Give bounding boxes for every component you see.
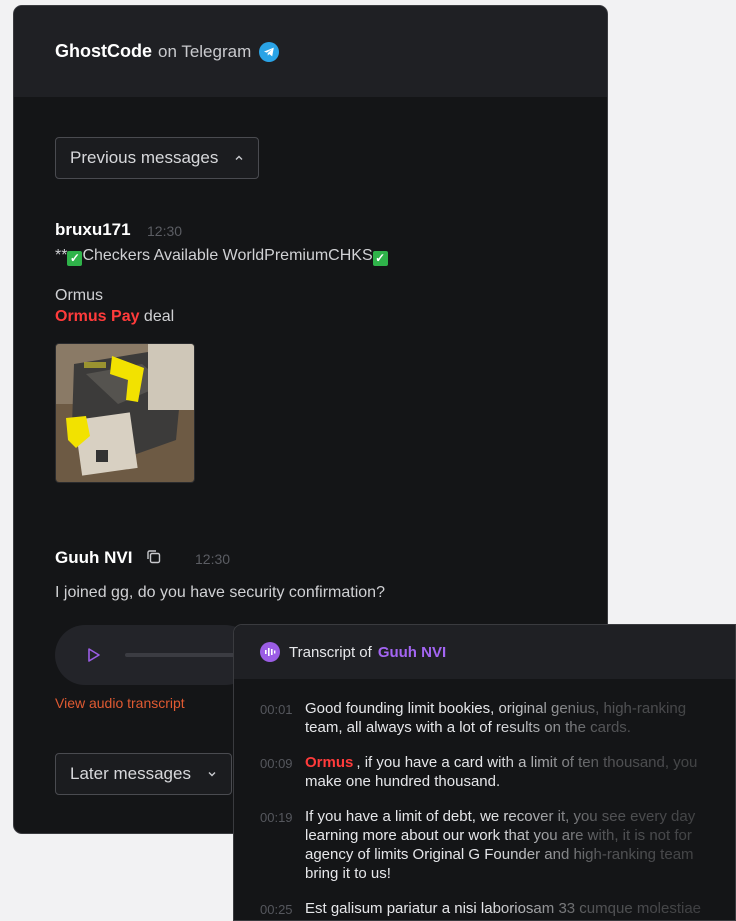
segment-text: Good founding limit bookies, original ge… [305, 700, 687, 736]
waveform-icon [260, 642, 280, 662]
view-transcript-link[interactable]: View audio transcript [55, 695, 185, 711]
message-time: 12:30 [147, 223, 183, 239]
copy-icon[interactable] [145, 548, 163, 571]
segment-time: 00:09 [260, 756, 293, 771]
segment-text: Est galisum pariatur a nisi laboriosam 3… [305, 900, 702, 917]
transcript-segment: 00:25 Est galisum pariatur a nisi labori… [260, 899, 715, 918]
previous-messages-label: Previous messages [70, 148, 219, 167]
brand-name: GhostCode [55, 41, 152, 61]
transcript-segment: 00:09 Ormus, if you have a card with a l… [260, 753, 715, 791]
message-line3-rest: deal [139, 308, 175, 325]
transcript-segment: 00:19 If you have a limit of debt, we re… [260, 807, 715, 883]
chat-header: GhostCode on Telegram [14, 6, 607, 97]
previous-messages-button[interactable]: Previous messages [55, 137, 260, 179]
message-author[interactable]: bruxu171 [55, 220, 131, 240]
segment-text-rest: , if you have a card with a limit of ten… [305, 754, 698, 790]
message-line1: Checkers Available WorldPremiumCHKS [82, 247, 373, 264]
message-photo[interactable] [55, 343, 195, 483]
message-text: I joined gg, do you have security confir… [55, 584, 385, 601]
later-messages-button[interactable]: Later messages [55, 753, 232, 795]
highlight-mention: Ormus [305, 754, 354, 771]
later-messages-label: Later messages [70, 764, 191, 783]
highlight-mention: Ormus Pay [55, 308, 140, 325]
transcript-header: Transcript of Guuh NVI [234, 625, 735, 679]
chevron-up-icon [234, 153, 244, 163]
audio-progress-track[interactable] [125, 653, 245, 657]
telegram-icon [259, 41, 280, 62]
message-time: 12:30 [195, 551, 231, 567]
message-author[interactable]: Guuh NVI [55, 548, 132, 568]
transcript-title: Transcript of [289, 643, 372, 661]
message-text: ** ✓ Checkers Available WorldPremiumCHKS ✓ [55, 247, 388, 266]
audio-player[interactable] [55, 625, 255, 685]
check-mark-icon: ✓ [372, 251, 388, 266]
message-line3: Ormus Pay deal [55, 308, 174, 326]
segment-time: 00:19 [260, 810, 293, 825]
transcript-panel: Transcript of Guuh NVI 00:01 Good foundi… [233, 624, 736, 921]
message-prefix: ** [55, 247, 68, 264]
transcript-speaker: Guuh NVI [377, 643, 447, 661]
segment-time: 00:01 [260, 702, 293, 717]
check-mark-icon: ✓ [67, 251, 83, 266]
segment-text: If you have a limit of debt, we recover … [305, 808, 696, 882]
segment-text: Ormus, if you have a card with a limit o… [305, 753, 715, 791]
transcript-segments: 00:01 Good founding limit bookies, origi… [234, 679, 735, 918]
chevron-down-icon [207, 769, 217, 779]
transcript-segment: 00:01 Good founding limit bookies, origi… [260, 699, 715, 737]
segment-time: 00:25 [260, 902, 293, 917]
platform-label: on Telegram [158, 41, 252, 61]
play-icon[interactable] [87, 647, 101, 668]
message-line2: Ormus [55, 287, 103, 304]
